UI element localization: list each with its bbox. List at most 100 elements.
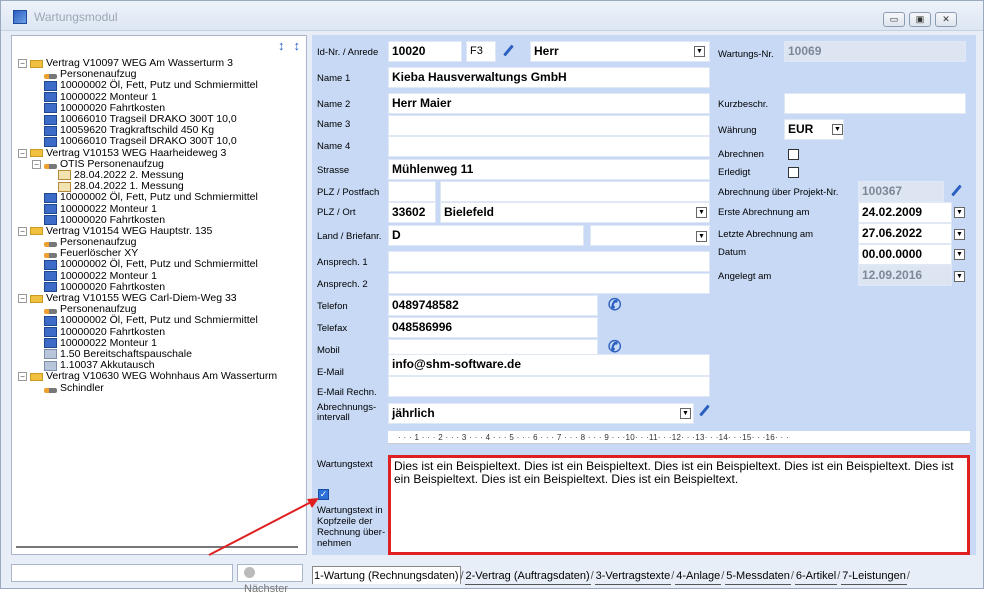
name1-field[interactable]: Kieba Hausverwaltungs GmbH <box>388 67 710 88</box>
plz-field[interactable]: 33602 <box>388 202 436 223</box>
folder-icon <box>30 149 43 158</box>
erste-abrechnung-field[interactable]: 24.02.2009 <box>858 202 952 223</box>
tab-5[interactable]: 5-Messdaten <box>725 567 791 585</box>
datum-dropdown-icon[interactable]: ▼ <box>954 249 965 260</box>
telefax-field[interactable]: 048586996 <box>388 317 598 338</box>
email-label: E-Mail <box>317 367 344 378</box>
tree-node[interactable]: − Vertrag V10630 WEG Wohnhaus Am Wassertu… <box>18 371 304 382</box>
anrede-select[interactable]: Herr <box>530 41 710 62</box>
tree-node-label: 10000002 Öl, Fett, Putz und Schmiermitte… <box>60 314 258 327</box>
tree-node[interactable]: 10000002 Öl, Fett, Putz und Schmiermitte… <box>18 192 304 203</box>
erledigt-checkbox[interactable] <box>788 167 799 178</box>
box-icon <box>44 271 57 282</box>
doc-icon <box>58 170 71 181</box>
letzte-abrechnung-field[interactable]: 27.06.2022 <box>858 223 952 244</box>
waehrung-dropdown-icon[interactable]: ▼ <box>832 124 843 135</box>
tree-node-label: Schindler <box>60 381 104 394</box>
edit-projekt-icon[interactable] <box>950 185 962 197</box>
ansprech2-field[interactable] <box>388 273 710 294</box>
call-phone-icon[interactable]: ✆ <box>608 295 621 315</box>
elev-icon <box>44 163 57 169</box>
tree-node[interactable]: Schindler <box>18 382 304 393</box>
tree-scrollbar[interactable] <box>16 546 298 548</box>
tree-expander-icon[interactable]: − <box>18 148 27 158</box>
edit-intervall-icon[interactable] <box>698 405 710 417</box>
land-field[interactable]: D <box>388 225 584 246</box>
box-icon <box>44 114 57 125</box>
briefanrede-dropdown-icon[interactable]: ▼ <box>696 231 707 242</box>
letzte-abrechnung-label: Letzte Abrechnung am <box>718 229 814 240</box>
ansprech1-field[interactable] <box>388 251 710 272</box>
close-button[interactable]: ✕ <box>935 12 957 27</box>
kopfzeile-label: Wartungstext in Kopfzeile der Rechnung ü… <box>317 505 385 549</box>
tree-node[interactable]: 10000002 Öl, Fett, Putz und Schmiermitte… <box>18 259 304 270</box>
kopfzeile-label-line1: Wartungstext in <box>317 505 383 516</box>
contract-tree: − Vertrag V10097 WEG Am Wasserturm 3 Perso… <box>18 58 304 546</box>
tree-search-input[interactable] <box>11 564 233 582</box>
abrechnungsintervall-select[interactable]: jährlich <box>388 403 694 424</box>
anrede-dropdown-icon[interactable]: ▼ <box>694 46 705 57</box>
minimize-button[interactable]: ▭ <box>883 12 905 27</box>
title-bar: Wartungsmodul ▭ ▣ ✕ <box>1 1 983 31</box>
tab-1[interactable]: 1-Wartung (Rechnungsdaten) <box>312 566 461 584</box>
wartungs-nr-field: 10069 <box>784 41 966 62</box>
tab-2[interactable]: 2-Vertrag (Auftragsdaten) <box>464 567 591 585</box>
tree-expander-icon[interactable]: − <box>18 294 27 304</box>
f3-field[interactable]: F3 <box>466 41 496 62</box>
edit-id-icon[interactable] <box>502 45 514 57</box>
tree-node[interactable]: 10000002 Öl, Fett, Putz und Schmiermitte… <box>18 315 304 326</box>
wartungstext-editor[interactable]: Dies ist ein Beispieltext. Dies ist ein … <box>388 455 970 555</box>
tree-expander-icon[interactable]: − <box>32 159 41 169</box>
maximize-button[interactable]: ▣ <box>909 12 931 27</box>
name2-field[interactable]: Herr Maier <box>388 93 710 114</box>
email-rechn-field[interactable] <box>388 376 710 397</box>
kopfzeile-checkbox[interactable]: ✓ <box>318 489 329 500</box>
erste-abrechnung-label: Erste Abrechnung am <box>718 207 810 218</box>
text-ruler[interactable]: · · · 1 · · · 2 · · · 3 · · · 4 · · · 5 … <box>388 431 970 444</box>
name3-label: Name 3 <box>317 119 351 130</box>
tree-node-label: Vertrag V10630 WEG Wohnhaus Am Wassertur… <box>46 370 278 383</box>
abrechnungsintervall-dropdown-icon[interactable]: ▼ <box>680 408 691 419</box>
tree-node[interactable]: 10000002 Öl, Fett, Putz und Schmiermitte… <box>18 80 304 91</box>
collapse-all-icon[interactable]: ↕ <box>294 38 301 53</box>
datum-field[interactable]: 00.00.0000 <box>858 244 952 265</box>
erste-abrechnung-dropdown-icon[interactable]: ▼ <box>954 207 965 218</box>
next-button-label: Nächster <box>244 583 289 595</box>
box-icon <box>44 327 57 338</box>
tree-node[interactable]: 10066010 Tragseil DRAKO 300T 10,0 <box>18 136 304 147</box>
kurzbeschr-field[interactable] <box>784 93 966 114</box>
strasse-field[interactable]: Mühlenweg 11 <box>388 159 710 180</box>
telefon-field[interactable]: 0489748582 <box>388 295 598 316</box>
abrechnen-checkbox[interactable] <box>788 149 799 160</box>
postfach-field[interactable] <box>440 181 710 202</box>
tree-toolbar: ↕ ↕ <box>272 38 300 54</box>
box-icon <box>44 136 57 147</box>
tree-node[interactable]: − Vertrag V10153 WEG Haarheideweg 3 <box>18 147 304 159</box>
ort-dropdown-icon[interactable]: ▼ <box>696 207 707 218</box>
angelegt-dropdown-icon[interactable]: ▼ <box>954 271 965 282</box>
tab-4[interactable]: 4-Anlage <box>675 567 722 585</box>
ort-field[interactable]: Bielefeld <box>440 202 710 223</box>
plz-postfach-field[interactable] <box>388 181 436 202</box>
expand-all-icon[interactable]: ↕ <box>278 38 285 53</box>
name4-field[interactable] <box>388 136 710 157</box>
email-field[interactable]: info@shm-software.de <box>388 354 710 376</box>
maintenance-form: Id-Nr. / Anrede 10020 F3 Herr ▼ Name 1 K… <box>312 35 976 555</box>
next-button[interactable]: Nächster <box>237 564 303 595</box>
name4-label: Name 4 <box>317 141 351 152</box>
tree-expander-icon[interactable]: − <box>18 372 27 382</box>
id-field[interactable]: 10020 <box>388 41 462 62</box>
name3-field[interactable] <box>388 115 710 136</box>
tab-7[interactable]: 7-Leistungen <box>841 567 907 585</box>
name2-label: Name 2 <box>317 99 351 110</box>
plz-postfach-label: PLZ / Postfach <box>317 187 380 198</box>
tree-node[interactable]: 10000022 Monteur 1 <box>18 203 304 215</box>
mobil-label: Mobil <box>317 345 340 356</box>
tab-3[interactable]: 3-Vertragstexte <box>594 567 672 585</box>
briefanrede-select[interactable] <box>590 225 710 246</box>
tab-6[interactable]: 6-Artikel <box>794 567 838 585</box>
letzte-abrechnung-dropdown-icon[interactable]: ▼ <box>954 229 965 240</box>
tree-expander-icon[interactable]: − <box>18 226 27 236</box>
tree-expander-icon[interactable]: − <box>18 59 27 69</box>
tree-node[interactable]: 10000020 Fahrtkosten <box>18 326 304 338</box>
